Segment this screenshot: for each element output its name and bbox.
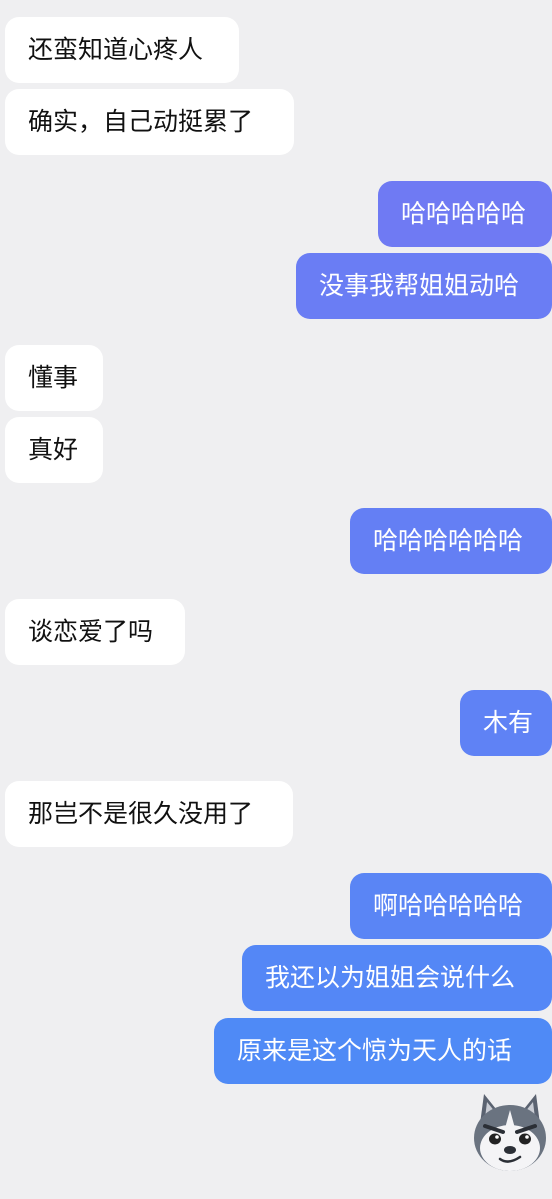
message-bubble-outgoing[interactable]: 啊哈哈哈哈哈 (350, 873, 552, 939)
message-bubble-outgoing[interactable]: 原来是这个惊为天人的话 (214, 1018, 552, 1084)
message-bubble-incoming[interactable]: 还蛮知道心疼人 (5, 17, 239, 83)
chat-screen: { "theme": { "background": "#efeff1", "i… (0, 0, 552, 1199)
message-bubble-outgoing[interactable]: 没事我帮姐姐动哈 (296, 253, 552, 319)
wolf-sticker-icon[interactable] (468, 1088, 552, 1178)
message-bubble-incoming[interactable]: 懂事 (5, 345, 103, 411)
message-bubble-outgoing[interactable]: 我还以为姐姐会说什么 (242, 945, 552, 1011)
message-bubble-incoming[interactable]: 谈恋爱了吗 (5, 599, 185, 665)
wolf-face-icon (474, 1094, 546, 1171)
message-bubble-incoming[interactable]: 真好 (5, 417, 103, 483)
message-bubble-outgoing[interactable]: 哈哈哈哈哈 (378, 181, 552, 247)
message-bubble-outgoing[interactable]: 哈哈哈哈哈哈 (350, 508, 552, 574)
message-bubble-outgoing[interactable]: 木有 (460, 690, 552, 756)
message-bubble-incoming[interactable]: 那岂不是很久没用了 (5, 781, 293, 847)
message-bubble-incoming[interactable]: 确实，自己动挺累了 (5, 89, 294, 155)
